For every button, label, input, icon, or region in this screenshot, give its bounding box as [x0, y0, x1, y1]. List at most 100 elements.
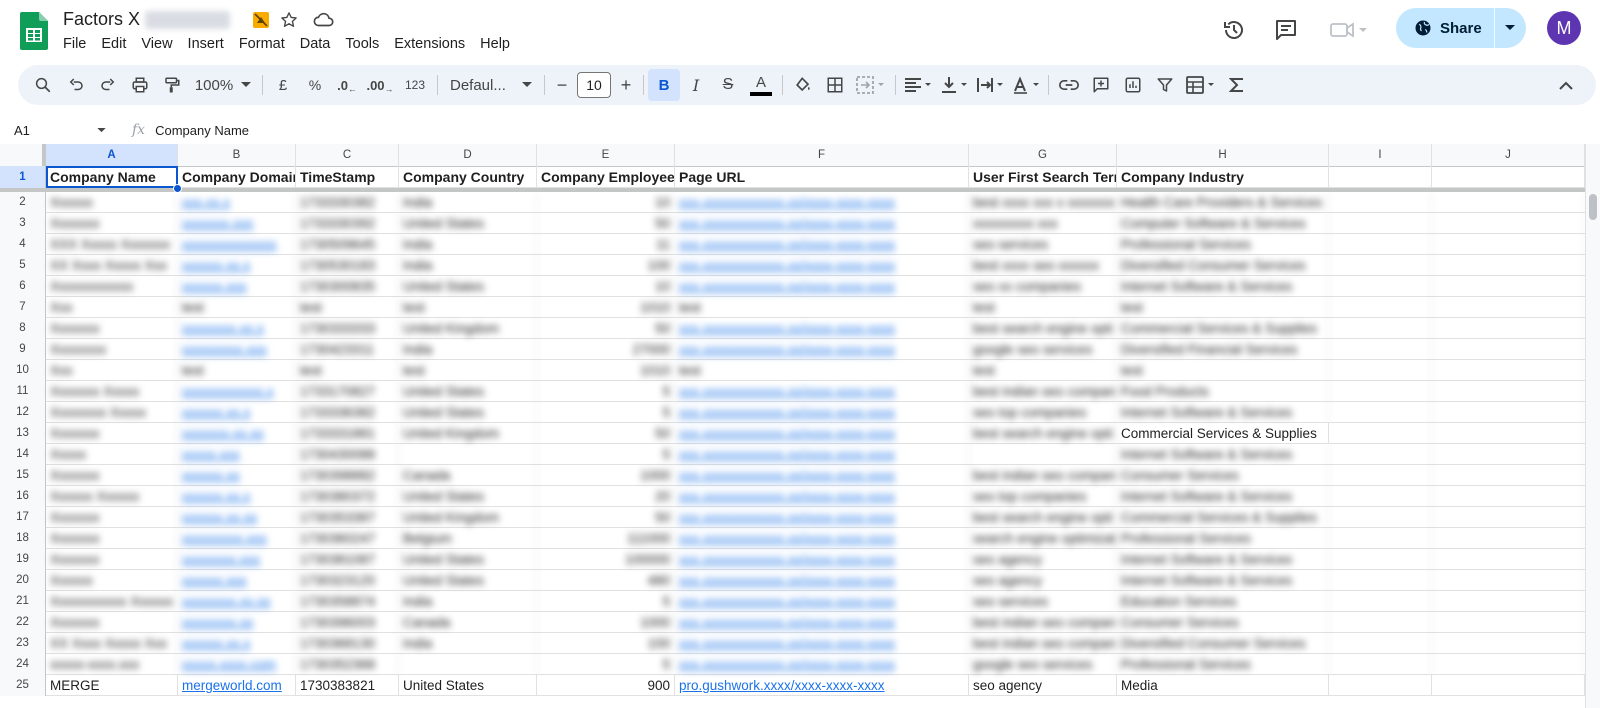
data-cell[interactable] — [399, 444, 537, 465]
data-cell[interactable]: Internet Software & Services — [1117, 276, 1329, 297]
data-cell[interactable]: United States — [399, 549, 537, 570]
data-cell[interactable]: United Kingdom — [399, 423, 537, 444]
row-header[interactable]: 23 — [0, 633, 46, 654]
data-cell[interactable]: search engine optimizat — [969, 528, 1117, 549]
data-cell[interactable] — [1432, 339, 1585, 360]
data-cell[interactable]: xxxxxxxx.xx.x — [178, 318, 296, 339]
data-cell[interactable]: best search engine opti — [969, 423, 1117, 444]
data-cell[interactable]: seo agency — [969, 570, 1117, 591]
data-cell[interactable]: Commercial Services & Supplies — [1117, 423, 1329, 444]
row-header[interactable]: 17 — [0, 507, 46, 528]
data-cell[interactable]: Commercial Services & Supplies — [1117, 507, 1329, 528]
row-header[interactable]: 24 — [0, 654, 46, 675]
menu-insert[interactable]: Insert — [181, 33, 232, 55]
data-cell[interactable]: test — [399, 297, 537, 318]
data-cell[interactable]: 1730323120 — [296, 570, 399, 591]
data-cell[interactable] — [1329, 549, 1432, 570]
meet-video-icon[interactable] — [1326, 12, 1372, 48]
data-cell[interactable] — [1432, 675, 1585, 696]
fill-handle[interactable] — [173, 184, 182, 193]
data-cell[interactable]: xxx.xxxxxxxxxxxx.xx/xxxx-xxxx-xxxx — [675, 213, 969, 234]
font-family-select[interactable]: Defaul... — [442, 69, 540, 101]
header-cell[interactable] — [1432, 166, 1585, 188]
row-header[interactable]: 13 — [0, 423, 46, 444]
data-cell[interactable]: 1730333333 — [296, 318, 399, 339]
data-cell[interactable]: 1730352368 — [296, 654, 399, 675]
data-cell[interactable]: 1730530183 — [296, 255, 399, 276]
data-cell[interactable]: best search engine opti — [969, 318, 1117, 339]
data-cell[interactable]: Xxxxxxxx — [46, 339, 178, 360]
data-cell[interactable]: Xxxxxx — [46, 192, 178, 213]
column-header-g[interactable]: G — [969, 144, 1117, 166]
data-cell[interactable]: 50 — [537, 507, 675, 528]
data-cell[interactable]: test — [675, 297, 969, 318]
row-header[interactable]: 15 — [0, 465, 46, 486]
data-cell[interactable]: xxxxxxx.xxx — [178, 213, 296, 234]
column-header-a[interactable]: A — [46, 144, 178, 166]
data-cell[interactable]: xxxxxxxxx.xxx — [178, 528, 296, 549]
data-cell[interactable]: United States — [399, 675, 537, 696]
header-cell[interactable] — [1329, 166, 1432, 188]
data-cell[interactable]: test — [296, 297, 399, 318]
data-cell[interactable]: 5 — [537, 444, 675, 465]
data-cell[interactable] — [1432, 276, 1585, 297]
data-cell[interactable]: United Kingdom — [399, 318, 537, 339]
column-header-b[interactable]: B — [178, 144, 296, 166]
data-cell[interactable]: xxxxxx.xx.x — [178, 486, 296, 507]
data-cell[interactable] — [1329, 570, 1432, 591]
data-cell[interactable]: xxxxxx.xxx — [178, 276, 296, 297]
row-header[interactable]: 12 — [0, 402, 46, 423]
data-cell[interactable]: xxx.xxxxxxxxxxxx.xx/xxxx-xxxx-xxxx — [675, 654, 969, 675]
data-cell[interactable]: United States — [399, 276, 537, 297]
bold-button[interactable]: B — [648, 69, 680, 101]
data-cell[interactable]: test — [1117, 297, 1329, 318]
data-cell[interactable] — [1329, 360, 1432, 381]
data-cell[interactable]: 1730423311 — [296, 339, 399, 360]
data-cell[interactable]: 1730509645 — [296, 234, 399, 255]
data-cell[interactable]: xxxxxx.xx.x — [178, 402, 296, 423]
data-cell[interactable] — [1432, 444, 1585, 465]
row-header[interactable]: 21 — [0, 591, 46, 612]
data-cell[interactable]: Consumer Services — [1117, 612, 1329, 633]
data-cell[interactable]: Xxxxxxx — [46, 318, 178, 339]
version-history-icon[interactable] — [1216, 12, 1252, 48]
zoom-select[interactable]: 100% — [188, 69, 258, 101]
data-cell[interactable]: xxxxxxxx.xx.xx — [178, 591, 296, 612]
formula-input[interactable]: Company Name — [155, 123, 249, 138]
row-header[interactable]: 16 — [0, 486, 46, 507]
data-cell[interactable]: xxxxxx.xx.xx — [178, 507, 296, 528]
data-cell[interactable]: United States — [399, 381, 537, 402]
data-cell[interactable]: best xxxx xxx x xxxxxxx — [969, 192, 1117, 213]
data-cell[interactable]: 5 — [537, 381, 675, 402]
header-cell[interactable]: Company Domain — [178, 166, 296, 188]
data-cell[interactable]: seo top companies — [969, 486, 1117, 507]
data-cell[interactable]: 100 — [537, 633, 675, 654]
data-cell[interactable]: xxxxxx.xxx — [178, 570, 296, 591]
spreadsheet-grid[interactable]: ABCDEFGHIJ 1 Company Name Company Domain Ti… — [0, 144, 1600, 708]
data-cell[interactable]: 1000 — [537, 612, 675, 633]
data-cell[interactable]: 1010 — [537, 360, 675, 381]
data-cell[interactable] — [1432, 255, 1585, 276]
name-box[interactable]: A1 — [0, 123, 106, 138]
data-cell[interactable]: xxx.xxxxxxxxxxxx.xx/xxxx-xxxx-xxxx — [675, 612, 969, 633]
undo-icon[interactable] — [60, 69, 92, 101]
data-cell[interactable]: India — [399, 339, 537, 360]
header-cell[interactable]: Page URL — [675, 166, 969, 188]
row-header[interactable]: 3 — [0, 213, 46, 234]
data-cell[interactable]: 5 — [537, 591, 675, 612]
data-cell[interactable]: Internet Software & Services — [1117, 402, 1329, 423]
data-cell[interactable]: xxxxxx.xx.x — [178, 633, 296, 654]
data-cell[interactable] — [1329, 381, 1432, 402]
data-cell[interactable]: Professional Services — [1117, 654, 1329, 675]
data-cell[interactable]: 1730381087 — [296, 549, 399, 570]
data-cell[interactable] — [1432, 528, 1585, 549]
data-cell[interactable]: 1730360247 — [296, 528, 399, 549]
data-cell[interactable]: 1733170827 — [296, 381, 399, 402]
data-cell[interactable]: xxxxx.xxxx.com — [178, 654, 296, 675]
decrease-font-size-button[interactable]: − — [549, 69, 575, 101]
data-cell[interactable]: 111000 — [537, 528, 675, 549]
column-header-c[interactable]: C — [296, 144, 399, 166]
data-cell[interactable] — [1432, 381, 1585, 402]
data-cell[interactable]: best search engine opti — [969, 507, 1117, 528]
row-header[interactable]: 19 — [0, 549, 46, 570]
